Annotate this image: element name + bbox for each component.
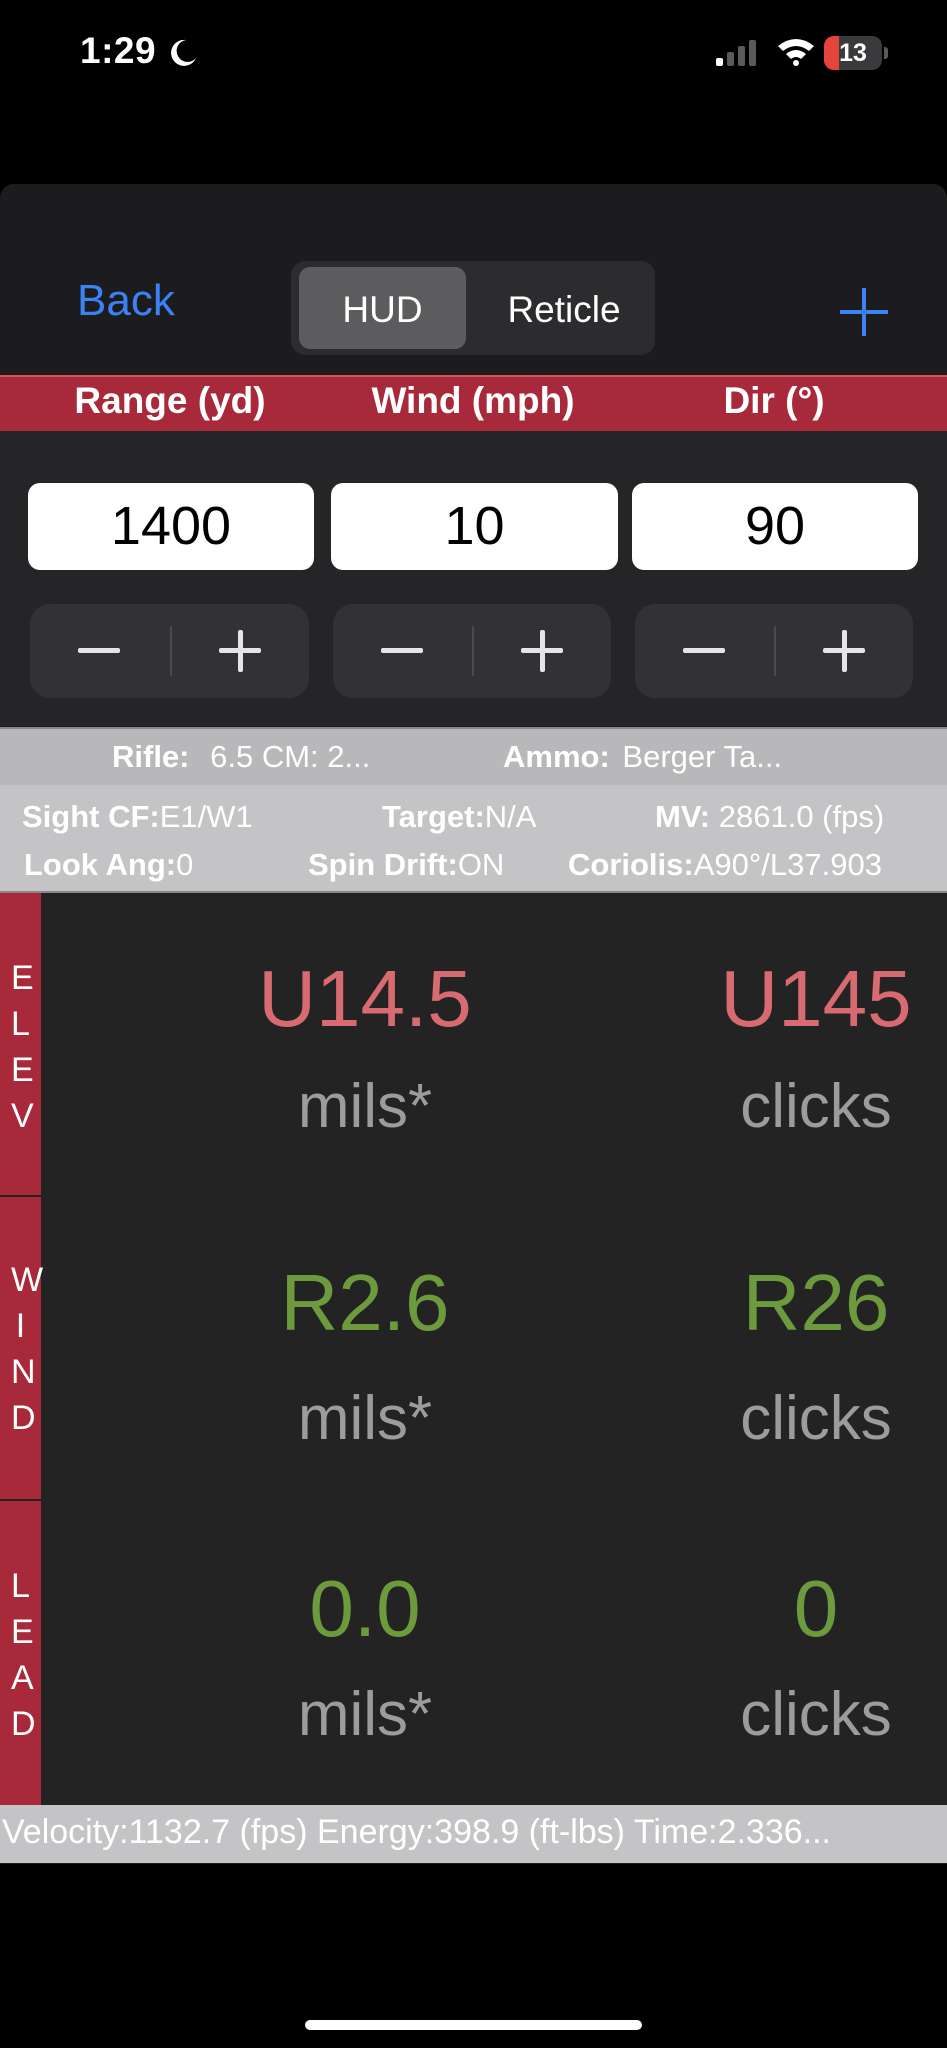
coriolis-value: A90°/L37.903 [693, 847, 882, 882]
ammo-label: Ammo: [503, 739, 610, 774]
lead-side-text: LEAD [11, 1567, 36, 1743]
lead-clicks-unit: clicks [740, 1680, 892, 1749]
dir-field[interactable]: 90 [632, 483, 918, 570]
ammo-info[interactable]: Ammo: Berger Ta... [503, 739, 782, 775]
elev-clicks-unit: clicks [740, 1072, 892, 1141]
lead-side-label: LEAD [0, 1563, 41, 1747]
wind-field[interactable]: 10 [331, 483, 618, 570]
range-stepper[interactable] [30, 604, 309, 698]
spin-drift-value: ON [457, 847, 505, 882]
range-header: Range (yd) [74, 380, 266, 421]
lead-clicks-value: 0 [793, 1564, 839, 1653]
coriolis-label: Coriolis: [568, 847, 694, 882]
wind-clicks-unit: clicks [740, 1384, 892, 1453]
battery-tip [884, 47, 888, 59]
minus-icon[interactable] [381, 648, 423, 653]
trajectory-summary: Velocity:1132.7 (fps) Energy:398.9 (ft-l… [2, 1813, 831, 1851]
minus-icon[interactable] [683, 648, 725, 653]
mv-info: MV: 2861.0 (fps) [655, 799, 884, 835]
look-ang-label: Look Ang: [24, 847, 177, 882]
add-icon[interactable] [836, 284, 892, 340]
target-label: Target: [382, 799, 485, 834]
spin-drift-info: Spin Drift:ON [308, 847, 504, 883]
look-ang-value: 0 [176, 847, 194, 882]
coriolis-info: Coriolis:A90°/L37.903 [568, 847, 947, 883]
minus-icon[interactable] [78, 648, 120, 653]
mv-label: MV: [655, 799, 711, 834]
dir-header: Dir (°) [723, 380, 825, 421]
lead-mils-value: 0.0 [309, 1564, 421, 1653]
sight-cf-info: Sight CF:E1/W1 [22, 799, 253, 835]
elev-side-text: ELEV [11, 959, 34, 1135]
cellular-signal-icon [716, 40, 756, 66]
look-ang-info: Look Ang:0 [24, 847, 193, 883]
lead-mils-unit: mils* [297, 1680, 433, 1749]
elev-clicks-value: U145 [720, 954, 912, 1043]
wind-header: Wind (mph) [371, 380, 575, 421]
tab-reticle[interactable]: Reticle [474, 289, 654, 331]
wind-side-text: WIND [11, 1261, 44, 1437]
back-button[interactable]: Back [77, 276, 175, 326]
target-info: Target:N/A [382, 799, 536, 835]
mv-value: 2861.0 (fps) [718, 799, 885, 834]
elev-mils-value: U14.5 [258, 954, 472, 1043]
wind-side-label: WIND [0, 1257, 44, 1441]
rifle-label: Rifle: [112, 739, 190, 774]
wind-mils-unit: mils* [297, 1384, 433, 1453]
wifi-icon [778, 39, 814, 66]
ammo-value: Berger Ta... [622, 739, 783, 774]
wind-mils-value: R2.6 [280, 1258, 450, 1347]
tab-hud[interactable]: HUD [299, 289, 466, 331]
range-field[interactable]: 1400 [28, 483, 314, 570]
elev-mils-unit: mils* [297, 1072, 433, 1141]
target-value: N/A [484, 799, 537, 834]
sight-cf-value: E1/W1 [159, 799, 253, 834]
sight-cf-label: Sight CF: [22, 799, 160, 834]
dir-stepper[interactable] [635, 604, 913, 698]
status-time: 1:29 [80, 30, 157, 71]
home-indicator[interactable] [305, 2020, 642, 2030]
moon-icon [171, 39, 196, 66]
rifle-info[interactable]: Rifle: 6.5 CM: 2... [112, 739, 370, 775]
elev-side-label: ELEV [0, 955, 41, 1139]
rifle-value: 6.5 CM: 2... [210, 739, 371, 774]
wind-clicks-value: R26 [742, 1258, 890, 1347]
wind-stepper[interactable] [333, 604, 611, 698]
battery-icon: 13 [824, 36, 882, 70]
spin-drift-label: Spin Drift: [308, 847, 458, 882]
battery-level: 13 [839, 39, 867, 67]
